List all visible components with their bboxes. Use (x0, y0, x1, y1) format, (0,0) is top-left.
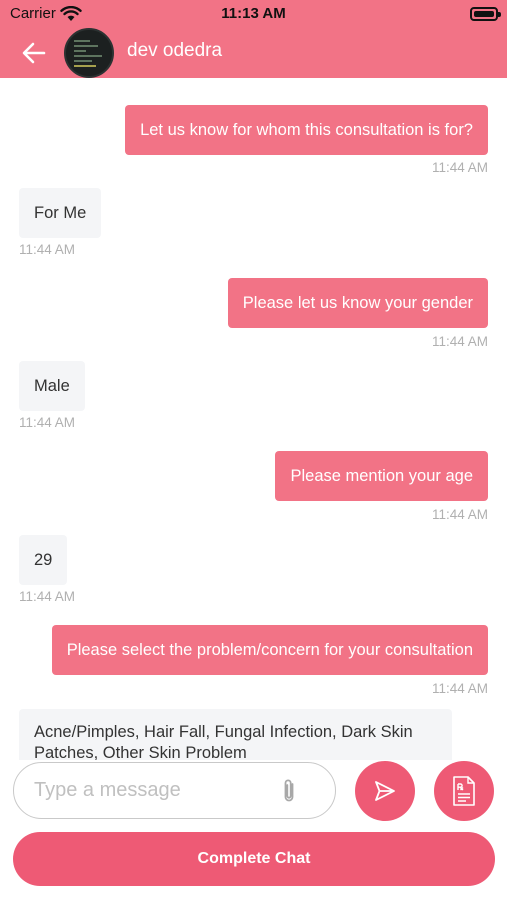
outgoing-message-bubble: Please select the problem/concern for yo… (51, 625, 488, 675)
outgoing-message-bubble: Please let us know your gender (227, 278, 488, 328)
outgoing-message-bubble: Please mention your age (275, 451, 488, 501)
message-timestamp: 11:44 AM (19, 589, 76, 604)
message-timestamp: 11:44 AM (431, 160, 488, 175)
status-time: 11:13 AM (221, 5, 286, 22)
complete-chat-button[interactable]: Complete Chat (13, 832, 495, 886)
send-icon (375, 781, 395, 801)
message-timestamp: 11:44 AM (19, 415, 76, 430)
battery-icon (470, 7, 501, 21)
paperclip-icon[interactable] (279, 777, 299, 805)
arrow-left-icon[interactable] (20, 39, 48, 67)
incoming-message-bubble: 29 (19, 535, 68, 585)
message-timestamp: 11:44 AM (431, 507, 488, 522)
outgoing-message-bubble: Let us know for whom this consultation i… (125, 105, 488, 155)
message-timestamp: 11:44 AM (431, 334, 488, 349)
prescription-button[interactable] (434, 761, 494, 821)
chat-message-list[interactable]: Let us know for whom this consultation i… (0, 78, 507, 760)
chat-header: dev odedra (0, 28, 507, 78)
avatar[interactable] (64, 28, 114, 78)
prescription-icon (453, 776, 475, 806)
incoming-message-bubble: Male (19, 361, 85, 411)
message-timestamp: 11:44 AM (19, 242, 76, 257)
message-timestamp: 11:44 AM (431, 681, 488, 696)
composer-bar: Complete Chat (0, 760, 507, 900)
send-button[interactable] (355, 761, 415, 821)
status-bar: Carrier 11:13 AM (0, 0, 507, 28)
incoming-message-bubble: Acne/Pimples, Hair Fall, Fungal Infectio… (19, 709, 452, 760)
contact-name: dev odedra (127, 40, 223, 61)
incoming-message-bubble: For Me (19, 188, 102, 238)
